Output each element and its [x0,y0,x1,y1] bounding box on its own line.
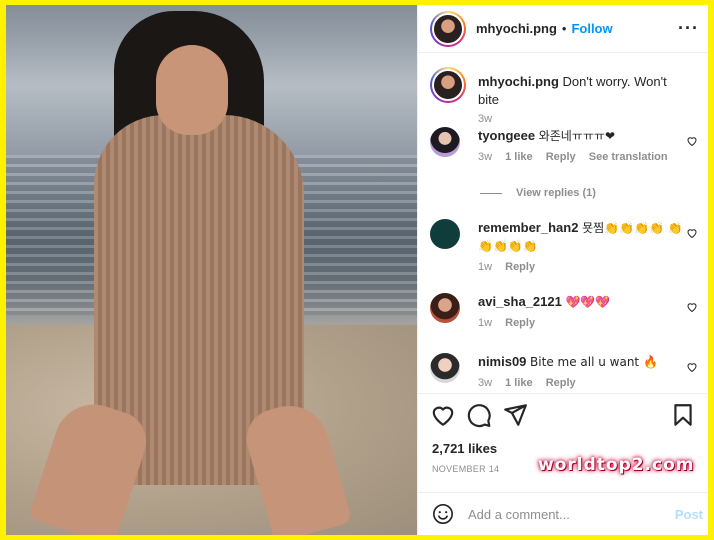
caption-username[interactable]: mhyochi.png [478,74,559,89]
view-replies-button[interactable]: View replies (1) [480,187,596,199]
caption-avatar[interactable] [430,67,466,103]
comment-time: 3w [478,151,493,163]
more-options-icon[interactable]: ··· [678,19,699,37]
share-icon[interactable] [502,402,528,428]
comment-likes[interactable]: 1 like [505,151,533,163]
post-comment-button[interactable]: Post [675,507,703,522]
author-avatar[interactable] [430,10,466,47]
likes-count[interactable]: 2,721 likes [432,441,497,456]
comment-username[interactable]: remember_han2 [478,220,578,235]
comment-like-heart-icon[interactable] [686,361,698,373]
bookmark-icon[interactable] [670,402,696,428]
comment-like-heart-icon[interactable] [686,227,698,239]
comment-like-heart-icon[interactable] [686,301,698,313]
header-separator: • [561,21,567,36]
site-watermark: worldtop2.com [538,455,695,475]
comment-text: Bite me all u want 🔥 [530,355,658,369]
heart-icon[interactable] [430,402,456,428]
reply-button[interactable]: Reply [505,261,535,273]
comment-text: 💖💖💖 [565,295,611,309]
follow-button[interactable]: Follow [571,21,612,36]
emoji-icon[interactable] [432,503,454,525]
comments-list[interactable]: mhyochi.png Don't worry. Won't bite 3w t… [418,53,708,393]
comment-username[interactable]: tyongeee [478,128,535,143]
commenter-avatar[interactable] [430,219,460,249]
comment-username[interactable]: avi_sha_2121 [478,294,562,309]
author-username[interactable]: mhyochi.png [476,21,557,36]
comment-time: 1w [478,261,493,273]
comment-icon[interactable] [466,402,492,428]
see-translation-button[interactable]: See translation [589,151,668,163]
comment-time: 3w [478,377,493,389]
comment-time: 1w [478,317,493,329]
add-comment-bar: Post [418,492,708,535]
post-header: mhyochi.png • Follow ··· [418,5,708,53]
post-date: NOVEMBER 14 [432,464,500,474]
commenter-avatar[interactable] [430,127,460,157]
comment-likes[interactable]: 1 like [505,377,533,389]
comment-username[interactable]: nimis09 [478,354,526,369]
view-replies-label[interactable]: View replies (1) [516,187,596,199]
post-photo[interactable] [6,5,417,535]
comment-like-heart-icon[interactable] [686,135,698,147]
reply-button[interactable]: Reply [546,151,576,163]
caption-time: 3w [478,113,493,125]
comment-text: 와존네ㅠㅠㅠ❤ [538,129,615,143]
reply-button[interactable]: Reply [546,377,576,389]
photo-face [156,45,228,135]
commenter-avatar[interactable] [430,353,460,383]
add-comment-input[interactable] [468,506,658,522]
reply-button[interactable]: Reply [505,317,535,329]
commenter-avatar[interactable] [430,293,460,323]
